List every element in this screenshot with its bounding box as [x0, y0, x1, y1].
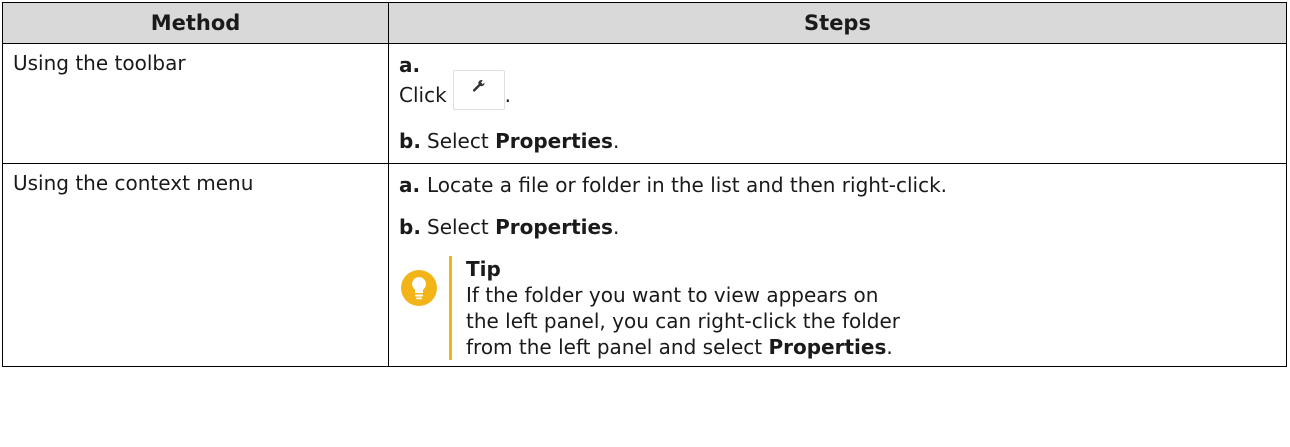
- method-cell: Using the toolbar: [2, 43, 389, 164]
- step-suffix: .: [612, 129, 620, 153]
- step-item: a. Click .: [399, 52, 1276, 112]
- properties-label: Properties: [768, 335, 887, 359]
- step-text: Select Properties.: [427, 214, 1276, 240]
- step-text: Click .: [399, 52, 1276, 110]
- step-suffix: .: [504, 83, 512, 107]
- step-item: a. Locate a file or folder in the list a…: [399, 172, 1276, 198]
- step-item: b. Select Properties.: [399, 214, 1276, 240]
- step-letter: b.: [399, 215, 421, 239]
- tip-text: If the folder you want to view appears o…: [466, 282, 916, 360]
- methods-table: Method Steps Using the toolbar a. Click …: [2, 2, 1287, 367]
- step-text-label: Click: [399, 83, 447, 107]
- step-text: Locate a file or folder in the list and …: [427, 173, 948, 197]
- wrench-icon: [452, 70, 505, 110]
- step-item: b. Select Properties.: [399, 128, 1276, 154]
- table-row: Using the toolbar a. Click . b. Select P…: [2, 43, 1287, 164]
- step-letter: a.: [399, 173, 421, 197]
- tip-title: Tip: [466, 257, 501, 281]
- step-text-label: Select: [427, 215, 496, 239]
- method-cell: Using the context menu: [2, 163, 389, 367]
- steps-column-header: Steps: [388, 2, 1287, 44]
- table-header-row: Method Steps: [2, 2, 1287, 44]
- properties-label: Properties: [495, 215, 613, 239]
- method-column-header: Method: [2, 2, 389, 44]
- tip-content: Tip If the folder you want to view appea…: [466, 256, 916, 360]
- tip-suffix: .: [886, 335, 893, 359]
- step-letter: b.: [399, 129, 421, 153]
- tip-callout: Tip If the folder you want to view appea…: [399, 256, 1276, 360]
- steps-cell: a. Click . b. Select Properties.: [388, 43, 1287, 164]
- table-row: Using the context menu a. Locate a file …: [2, 163, 1287, 367]
- step-text: Select Properties.: [427, 128, 1276, 154]
- steps-cell: a. Locate a file or folder in the list a…: [388, 163, 1287, 367]
- tip-accent-bar: [449, 256, 452, 360]
- lightbulb-icon: [401, 270, 437, 306]
- step-suffix: .: [612, 215, 620, 239]
- properties-label: Properties: [495, 129, 613, 153]
- step-text-label: Select: [427, 129, 496, 153]
